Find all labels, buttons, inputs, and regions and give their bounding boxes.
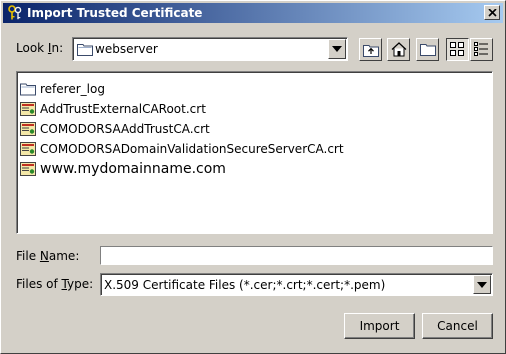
keys-icon [8, 5, 22, 20]
list-item[interactable]: AddTrustExternalCARoot.crt [20, 99, 492, 119]
import-button[interactable]: Import [344, 313, 415, 339]
folder-icon [20, 83, 36, 96]
list-view-icon [450, 42, 464, 56]
chevron-down-icon [477, 281, 487, 288]
import-certificate-dialog: Import Trusted Certificate Look In: webs… [0, 0, 506, 354]
look-in-dropdown-button[interactable] [328, 39, 346, 59]
list-item[interactable]: referer_log [20, 79, 492, 99]
close-button[interactable] [484, 5, 500, 20]
file-list[interactable]: referer_log AddTrustExternalCARoot.crt C… [16, 71, 493, 234]
look-in-label: Look In: [16, 41, 64, 55]
home-icon [391, 42, 406, 57]
new-folder-button[interactable] [416, 38, 439, 61]
file-name: AddTrustExternalCARoot.crt [40, 102, 206, 116]
certificate-icon [20, 102, 36, 116]
details-view-icon [474, 42, 488, 56]
file-name-input[interactable] [100, 246, 493, 265]
new-folder-icon [419, 44, 436, 56]
cancel-button[interactable]: Cancel [422, 313, 493, 339]
files-of-type-label: Files of Type: [16, 277, 94, 291]
file-name-label: File Name: [16, 249, 80, 263]
files-of-type-value: X.509 Certificate Files (*.cer;*.crt;*.c… [104, 277, 386, 292]
folder-icon [77, 44, 93, 56]
file-name: www.mydomainname.com [40, 161, 226, 177]
list-item[interactable]: COMODORSAAddTrustCA.crt [20, 119, 492, 139]
up-folder-icon [362, 44, 379, 57]
certificate-icon [20, 142, 36, 156]
files-of-type-dropdown-button[interactable] [473, 275, 491, 294]
chevron-down-icon [332, 46, 342, 52]
details-view-button[interactable] [470, 38, 493, 61]
list-item[interactable]: COMODORSADomainValidationSecureServerCA.… [20, 139, 492, 159]
up-one-level-button[interactable] [359, 38, 382, 61]
file-name: COMODORSADomainValidationSecureServerCA.… [40, 142, 344, 156]
look-in-value: webserver [95, 42, 158, 56]
window-title: Import Trusted Certificate [27, 6, 203, 20]
title-bar[interactable]: Import Trusted Certificate [3, 3, 503, 23]
certificate-icon [20, 122, 36, 136]
list-view-button[interactable] [446, 38, 469, 61]
close-icon [487, 8, 497, 17]
file-name: COMODORSAAddTrustCA.crt [40, 122, 210, 136]
files-of-type-combo[interactable]: X.509 Certificate Files (*.cer;*.crt;*.c… [100, 273, 493, 296]
file-name: referer_log [40, 82, 105, 96]
list-item[interactable]: www.mydomainname.com [20, 159, 492, 179]
certificate-icon [20, 162, 36, 176]
look-in-combo[interactable]: webserver [72, 37, 348, 61]
home-button[interactable] [387, 38, 410, 61]
